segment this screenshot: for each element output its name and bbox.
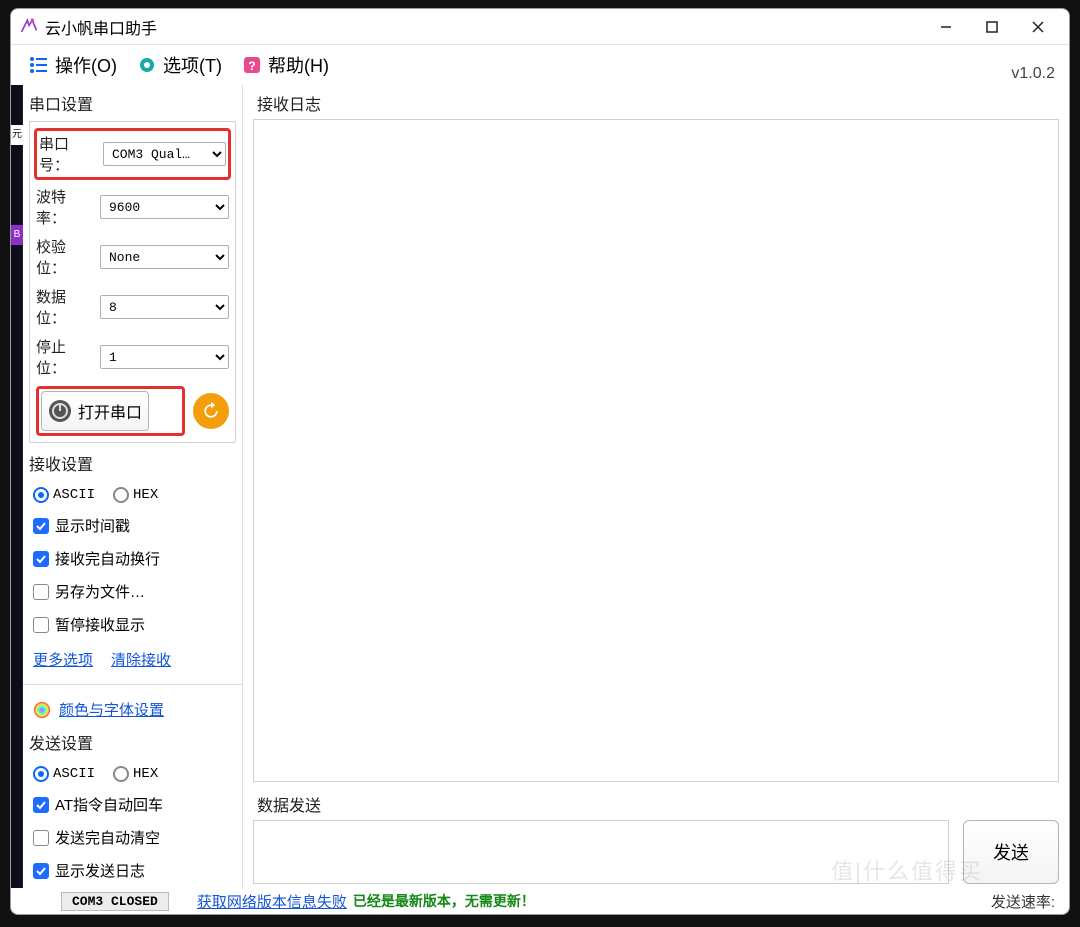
check-auto-clear-send[interactable] bbox=[33, 830, 49, 846]
send-data-textarea[interactable] bbox=[253, 820, 949, 884]
select-stopbits[interactable]: 1 bbox=[100, 345, 229, 369]
link-clear-recv[interactable]: 清除接收 bbox=[111, 649, 171, 670]
statusbar: COM3 CLOSED 获取网络版本信息失败 已经是最新版本，无需更新！ 发送速… bbox=[11, 888, 1069, 914]
menu-help-label: 帮助(H) bbox=[268, 52, 329, 78]
menu-options[interactable]: 选项(T) bbox=[127, 48, 232, 82]
menu-options-label: 选项(T) bbox=[163, 52, 222, 78]
version-label: v1.0.2 bbox=[1011, 65, 1055, 83]
select-databits[interactable]: 8 bbox=[100, 295, 229, 319]
select-port[interactable]: COM3 Qual… bbox=[103, 142, 226, 166]
label-auto-newline: 接收完自动换行 bbox=[55, 548, 160, 569]
port-settings-group: 串口号： COM3 Qual… 波特率： 9600 校验位： None 数据位：… bbox=[29, 121, 236, 443]
check-show-send-log[interactable] bbox=[33, 863, 49, 879]
open-port-button[interactable]: 打开串口 bbox=[41, 391, 149, 431]
list-icon bbox=[29, 55, 49, 75]
menu-help[interactable]: ? 帮助(H) bbox=[232, 48, 339, 82]
power-icon bbox=[48, 399, 72, 423]
check-at-cr[interactable] bbox=[33, 797, 49, 813]
refresh-icon bbox=[201, 401, 221, 421]
check-timestamp[interactable] bbox=[33, 518, 49, 534]
minimize-button[interactable] bbox=[923, 13, 969, 41]
radio-recv-hex[interactable]: HEX bbox=[113, 487, 158, 503]
status-port: COM3 CLOSED bbox=[61, 892, 169, 911]
select-baud[interactable]: 9600 bbox=[100, 195, 229, 219]
send-button[interactable]: 发送 bbox=[963, 820, 1059, 884]
divider bbox=[23, 684, 242, 685]
radio-send-hex[interactable]: HEX bbox=[113, 766, 158, 782]
status-send-rate: 发送速率: bbox=[991, 891, 1055, 912]
status-net-version[interactable]: 获取网络版本信息失败 bbox=[197, 891, 347, 912]
link-recv-more[interactable]: 更多选项 bbox=[33, 649, 93, 670]
highlight-port-row: 串口号： COM3 Qual… bbox=[34, 128, 231, 180]
menubar: 操作(O) 选项(T) ? 帮助(H) v1.0.2 bbox=[11, 45, 1069, 85]
label-port: 串口号： bbox=[39, 133, 97, 175]
label-send-data: 数据发送 bbox=[257, 792, 1059, 816]
radio-recv-ascii[interactable]: ASCII bbox=[33, 487, 95, 503]
section-port-settings: 串口设置 bbox=[29, 91, 236, 115]
section-recv-settings: 接收设置 bbox=[29, 451, 236, 475]
radio-send-ascii[interactable]: ASCII bbox=[33, 766, 95, 782]
maximize-button[interactable] bbox=[969, 13, 1015, 41]
app-icon bbox=[19, 17, 39, 37]
menu-operate[interactable]: 操作(O) bbox=[19, 48, 127, 82]
close-button[interactable] bbox=[1015, 13, 1061, 41]
label-auto-clear-send: 发送完自动清空 bbox=[55, 827, 160, 848]
label-timestamp: 显示时间戳 bbox=[55, 515, 130, 536]
label-save-as-file: 另存为文件… bbox=[55, 581, 145, 602]
menu-operate-label: 操作(O) bbox=[55, 52, 117, 78]
label-recv-log: 接收日志 bbox=[257, 91, 1059, 115]
app-window: 云小帆串口助手 操作(O) 选项(T) ? 帮助(H) v1.0.2 元 B 串… bbox=[10, 8, 1070, 915]
recv-log-textarea[interactable] bbox=[253, 119, 1059, 782]
svg-text:?: ? bbox=[248, 59, 255, 73]
sidebar: 串口设置 串口号： COM3 Qual… 波特率： 9600 校验位： None bbox=[23, 85, 243, 888]
gear-icon bbox=[137, 55, 157, 75]
label-pause-recv: 暂停接收显示 bbox=[55, 614, 145, 635]
check-pause-recv[interactable] bbox=[33, 617, 49, 633]
background-strip: 元 B bbox=[11, 85, 23, 888]
label-at-cr: AT指令自动回车 bbox=[55, 794, 163, 815]
status-latest: 已经是最新版本，无需更新！ bbox=[353, 891, 535, 911]
open-port-label: 打开串口 bbox=[78, 399, 142, 423]
titlebar: 云小帆串口助手 bbox=[11, 9, 1069, 45]
label-parity: 校验位： bbox=[36, 236, 94, 278]
link-color-font[interactable]: 颜色与字体设置 bbox=[59, 699, 164, 720]
check-save-as-file[interactable] bbox=[33, 584, 49, 600]
check-auto-newline[interactable] bbox=[33, 551, 49, 567]
window-title: 云小帆串口助手 bbox=[45, 15, 923, 39]
color-wheel-icon bbox=[33, 701, 51, 719]
section-send-settings: 发送设置 bbox=[29, 730, 236, 754]
refresh-ports-button[interactable] bbox=[193, 393, 229, 429]
label-baud: 波特率： bbox=[36, 186, 94, 228]
body: 元 B 串口设置 串口号： COM3 Qual… 波特率： 9600 校验位： bbox=[11, 85, 1069, 888]
main-area: 接收日志 数据发送 发送 bbox=[243, 85, 1069, 888]
select-parity[interactable]: None bbox=[100, 245, 229, 269]
help-icon: ? bbox=[242, 55, 262, 75]
label-databits: 数据位： bbox=[36, 286, 94, 328]
label-show-send-log: 显示发送日志 bbox=[55, 860, 145, 881]
label-stopbits: 停止位： bbox=[36, 336, 94, 378]
